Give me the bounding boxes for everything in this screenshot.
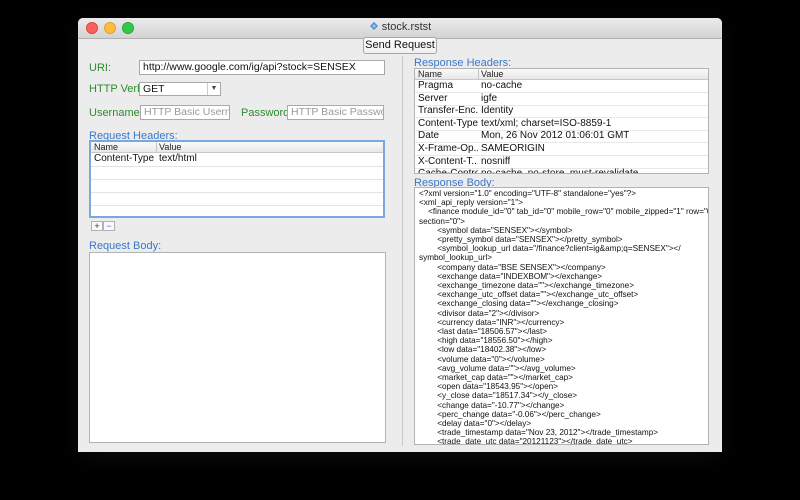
chevron-down-icon: ▼ [207, 83, 220, 95]
response-header-row[interactable]: Content-Type text/xml; charset=ISO-8859-1 [415, 117, 708, 131]
row-divider [91, 166, 383, 167]
window-title-text: stock.rstst [381, 21, 432, 33]
pane-divider[interactable] [402, 56, 403, 446]
uri-label: URI: [89, 62, 111, 74]
username-input[interactable]: HTTP Basic Username [140, 105, 230, 120]
response-header-name: Content-Type [418, 117, 478, 129]
document-icon [369, 22, 378, 30]
response-header-row[interactable]: X-Frame-Op... SAMEORIGIN [415, 143, 708, 156]
response-body-text: <?xml version="1.0" encoding="UTF-8" sta… [419, 189, 708, 445]
response-header-value: Mon, 26 Nov 2012 01:06:01 GMT [481, 130, 630, 142]
row-divider [91, 179, 383, 180]
password-label: Password: [241, 107, 293, 119]
response-body-textarea[interactable]: <?xml version="1.0" encoding="UTF-8" sta… [414, 187, 709, 445]
response-header-row[interactable]: Pragma no-cache [415, 80, 708, 93]
col-header-name[interactable]: Name [415, 69, 479, 80]
response-header-name: X-Content-T... [418, 155, 478, 167]
response-header-value: igfe [481, 92, 498, 104]
http-verb-label: HTTP Verb: [89, 83, 147, 95]
row-divider [91, 205, 383, 206]
send-request-button[interactable]: Send Request [363, 37, 437, 54]
response-header-row[interactable]: Server igfe [415, 92, 708, 106]
title-bar: stock.rstst [78, 18, 722, 39]
add-header-button[interactable]: + [91, 221, 103, 231]
response-header-row[interactable]: Date Mon, 26 Nov 2012 01:06:01 GMT [415, 130, 708, 144]
username-label: Username: [89, 107, 143, 119]
response-header-row[interactable]: Cache-Control no-cache, no-store, must-re… [415, 168, 708, 174]
response-header-value: text/xml; charset=ISO-8859-1 [481, 117, 612, 129]
response-header-value: SAMEORIGIN [481, 143, 545, 154]
app-window: stock.rstst Send Request URI: http://www… [78, 18, 722, 452]
response-headers-table[interactable]: Name Value Pragma no-cache Server igfe Trans… [414, 68, 709, 174]
row-divider [91, 192, 383, 193]
response-header-value: no-cache, no-store, must-revalidate [481, 168, 639, 174]
response-header-name: Server [418, 92, 448, 104]
response-header-name: Transfer-Enc... [418, 105, 478, 117]
http-verb-select[interactable]: GET ▼ [139, 82, 221, 96]
col-header-value[interactable]: Value [479, 69, 708, 80]
response-header-name: Cache-Control [418, 168, 478, 174]
response-header-row[interactable]: Transfer-Enc... Identity [415, 105, 708, 119]
request-headers-table[interactable]: Name Value Content-Type text/html [89, 140, 385, 218]
response-header-name: Date [418, 130, 440, 142]
response-header-value: Identity [481, 105, 514, 117]
response-header-name: X-Frame-Op... [418, 143, 478, 154]
http-verb-value: GET [143, 83, 165, 95]
uri-input[interactable]: http://www.google.com/ig/api?stock=SENSE… [139, 60, 385, 75]
header-name-cell[interactable]: Content-Type [94, 153, 154, 165]
window-title: stock.rstst [78, 21, 722, 33]
request-body-textarea[interactable] [89, 252, 386, 443]
response-header-value: nosniff [481, 155, 511, 167]
response-header-value: no-cache [481, 80, 523, 91]
header-value-cell[interactable]: text/html [159, 153, 197, 165]
col-header-name[interactable]: Name [91, 142, 157, 153]
col-header-value[interactable]: Value [157, 142, 383, 153]
remove-header-button[interactable]: − [103, 221, 115, 231]
password-input[interactable]: HTTP Basic Password [287, 105, 384, 120]
response-header-name: Pragma [418, 80, 454, 91]
request-body-label: Request Body: [89, 240, 162, 252]
response-header-row[interactable]: X-Content-T... nosniff [415, 155, 708, 169]
